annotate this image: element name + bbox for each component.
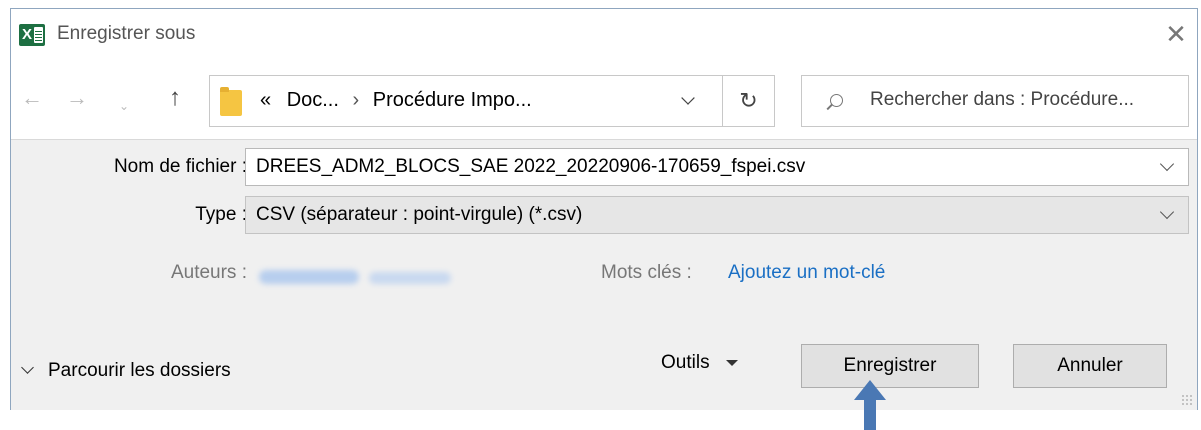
tools-menu[interactable]: Outils bbox=[661, 352, 738, 374]
browse-folders-toggle[interactable]: Parcourir les dossiers bbox=[21, 360, 231, 382]
folder-icon bbox=[220, 87, 242, 116]
window-title: Enregistrer sous bbox=[57, 23, 196, 44]
address-dropdown-chevron-icon[interactable] bbox=[681, 91, 695, 105]
excel-icon: X bbox=[19, 24, 45, 46]
breadcrumb-overflow[interactable]: « bbox=[260, 89, 271, 111]
save-button[interactable]: Enregistrer bbox=[801, 344, 979, 388]
annotation-arrow-icon bbox=[854, 380, 886, 430]
filename-field[interactable]: DREES_ADM2_BLOCS_SAE 2022_20220906-17065… bbox=[245, 148, 1189, 186]
refresh-button[interactable]: ↻ bbox=[723, 75, 775, 127]
breadcrumb-separator-icon[interactable]: › bbox=[353, 89, 360, 111]
add-keyword-link[interactable]: Ajoutez un mot-clé bbox=[728, 262, 885, 284]
resize-grip-icon[interactable] bbox=[1181, 394, 1193, 406]
navigation-bar: ← → ⌄ ↑ « Doc... › Procédure Impo... ↻ R… bbox=[11, 61, 1197, 139]
tools-label: Outils bbox=[661, 352, 710, 373]
filename-dropdown-chevron-icon[interactable] bbox=[1159, 156, 1175, 172]
details-panel: Nom de fichier : DREES_ADM2_BLOCS_SAE 20… bbox=[11, 139, 1197, 410]
recent-locations-chevron-icon[interactable]: ⌄ bbox=[119, 91, 129, 121]
breadcrumb-procedure[interactable]: Procédure Impo... bbox=[373, 89, 532, 111]
breadcrumb: « Doc... › Procédure Impo... bbox=[260, 89, 532, 112]
search-placeholder: Rechercher dans : Procédure... bbox=[870, 89, 1135, 110]
search-input[interactable]: Rechercher dans : Procédure... bbox=[801, 75, 1189, 127]
address-bar[interactable]: « Doc... › Procédure Impo... bbox=[209, 75, 723, 127]
type-select[interactable]: CSV (séparateur : point-virgule) (*.csv) bbox=[245, 196, 1189, 234]
cancel-button[interactable]: Annuler bbox=[1013, 344, 1167, 388]
filename-value: DREES_ADM2_BLOCS_SAE 2022_20220906-17065… bbox=[256, 156, 806, 177]
breadcrumb-documents[interactable]: Doc... bbox=[287, 89, 339, 111]
back-arrow-icon[interactable]: ← bbox=[21, 83, 43, 113]
authors-value-redacted[interactable] bbox=[259, 270, 359, 284]
save-as-dialog: X Enregistrer sous ✕ ← → ⌄ ↑ « Doc... › … bbox=[10, 8, 1198, 410]
type-value: CSV (séparateur : point-virgule) (*.csv) bbox=[256, 204, 583, 225]
keywords-label: Mots clés : bbox=[601, 262, 692, 283]
search-icon bbox=[830, 94, 843, 107]
up-arrow-icon[interactable]: ↑ bbox=[169, 83, 181, 113]
chevron-down-icon bbox=[21, 361, 34, 374]
authors-value-redacted-2[interactable] bbox=[369, 272, 451, 284]
title-bar: X Enregistrer sous ✕ bbox=[11, 9, 1197, 61]
tools-caret-icon bbox=[725, 360, 738, 366]
close-button[interactable]: ✕ bbox=[1159, 17, 1193, 51]
filename-label: Nom de fichier : bbox=[113, 156, 247, 177]
browse-folders-label: Parcourir les dossiers bbox=[48, 360, 231, 381]
type-dropdown-chevron-icon[interactable] bbox=[1159, 204, 1175, 220]
forward-arrow-icon[interactable]: → bbox=[66, 83, 88, 113]
authors-label: Auteurs : bbox=[170, 262, 247, 283]
type-label: Type : bbox=[195, 204, 247, 225]
